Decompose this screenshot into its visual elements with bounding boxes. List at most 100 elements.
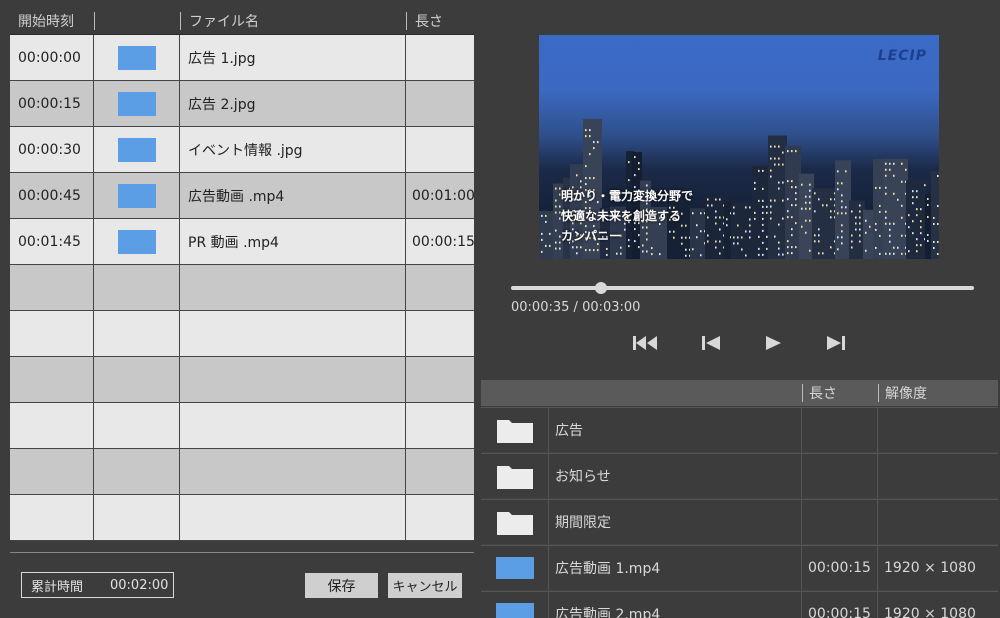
next-button[interactable] [822,332,850,354]
window-light [837,236,839,239]
playlist-row[interactable]: 00:00:30 イベント情報 .jpg [10,127,474,173]
window-light [937,240,939,243]
window-light [642,250,644,253]
window-light [787,240,789,243]
header-length[interactable]: 長さ [406,12,474,30]
window-light [741,248,743,251]
window-light [933,240,935,243]
playlist-row[interactable] [10,311,474,357]
window-light [822,204,824,207]
window-light [795,198,797,201]
seek-handle[interactable] [594,282,607,294]
window-light [822,252,824,255]
window-light [885,192,887,195]
window-light [933,246,935,249]
seek-bar[interactable] [511,286,974,290]
file-row[interactable]: 広告動画 1.mp4 00:00:15 1920 × 1080 [481,545,998,591]
window-light [766,235,768,238]
window-light [830,210,832,213]
playlist-row[interactable] [10,449,474,495]
window-light [778,223,780,226]
row-file-name: 広告 1.jpg [180,35,406,80]
browser-header: 長さ 解像度 [481,380,998,406]
media-thumbnail [117,137,156,162]
header-file-name[interactable]: ファイル名 [180,12,406,30]
window-light [893,222,895,225]
window-light [659,253,661,256]
playlist-row[interactable] [10,495,474,541]
save-button[interactable]: 保存 [305,573,378,598]
skip-to-start-button[interactable] [631,332,659,354]
window-light [879,252,881,255]
window-light [778,253,780,256]
playlist-row[interactable] [10,265,474,311]
browser-row-resolution: 1920 × 1080 [884,560,976,576]
playlist-row[interactable]: 00:00:15 広告 2.jpg [10,81,474,127]
window-light [801,183,803,186]
window-light [707,198,709,201]
window-light [758,247,760,250]
play-button[interactable] [759,332,787,354]
window-light [937,252,939,255]
window-light [916,208,918,211]
row-file-name [180,357,406,402]
window-light [893,162,895,165]
window-light [901,162,903,165]
window-light [901,252,903,255]
folder-row[interactable]: お知らせ [481,453,998,499]
window-light [628,179,630,182]
playlist-row[interactable] [10,403,474,449]
window-light [889,240,891,243]
row-thumbnail [94,311,180,356]
window-light [814,234,816,237]
window-light [597,141,599,144]
window-light [762,241,764,244]
window-light [920,232,922,235]
building-shape [849,200,865,259]
playlist-row[interactable]: 00:00:45 広告動画 .mp4 00:01:00 [10,173,475,219]
header-thumbnail[interactable] [94,12,180,30]
window-light [545,220,547,223]
browser-row-thumbnail [481,454,549,498]
playlist-row[interactable] [10,357,474,403]
window-light [927,215,929,218]
playlist-row[interactable]: 00:00:00 広告 1.jpg [10,35,474,81]
folder-row[interactable]: 期間限定 [481,499,998,545]
folder-row[interactable]: 広告 [481,407,998,453]
file-row[interactable]: 広告動画 2.mp4 00:00:15 1920 × 1080 [481,591,998,618]
window-light [855,216,857,219]
browser-header-thumbnail[interactable] [481,384,549,402]
window-light [762,211,764,214]
window-light [585,183,587,186]
cancel-button[interactable]: キャンセル [388,573,462,598]
window-light [841,224,843,227]
window-light [766,205,768,208]
media-thumbnail [495,603,534,618]
header-start-time[interactable]: 開始時刻 [10,12,94,30]
browser-header-length[interactable]: 長さ [802,384,878,402]
window-light [745,230,747,233]
window-light [707,234,709,237]
row-start-time: 00:00:30 [10,127,94,172]
window-light [912,202,914,205]
window-light [638,168,640,171]
row-file-name [180,495,406,540]
window-light [893,246,895,249]
window-light [585,135,587,138]
browser-header-name[interactable] [549,384,802,402]
window-light [762,223,764,226]
window-light [749,218,751,221]
window-light [830,198,832,201]
browser-header-resolution[interactable]: 解像度 [878,384,998,402]
playlist-row[interactable]: 00:01:45 PR 動画 .mp4 00:00:15 [10,219,475,265]
window-light [837,182,839,185]
window-light [791,150,793,153]
window-light [638,162,640,165]
window-light [733,206,735,209]
window-light [897,246,899,249]
previous-button[interactable] [697,332,725,354]
window-light [837,188,839,191]
window-light [859,240,861,243]
window-light [791,216,793,219]
browser-row-resolution [878,454,998,498]
